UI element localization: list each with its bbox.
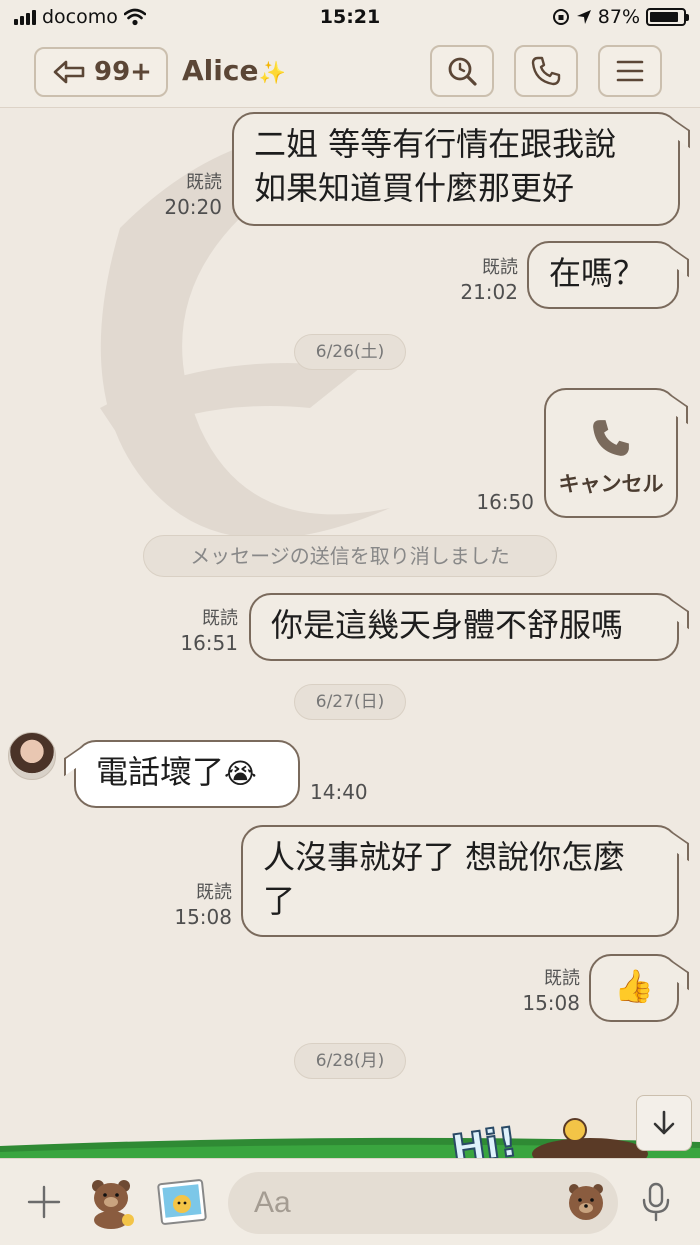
photo-button[interactable] bbox=[154, 1174, 210, 1230]
message-time: 20:20 bbox=[164, 195, 222, 219]
thumbs-up-emoji: 👍 bbox=[614, 967, 654, 1005]
back-button[interactable]: 99+ bbox=[34, 47, 168, 97]
brown-bear-sticker-icon bbox=[92, 1180, 134, 1229]
sparkle-emoji: ✨ bbox=[258, 61, 286, 86]
photo-icon bbox=[157, 1179, 207, 1225]
phone-icon bbox=[531, 56, 561, 86]
battery-percent: 87% bbox=[597, 6, 640, 28]
avatar[interactable] bbox=[8, 732, 56, 780]
orientation-lock-icon bbox=[552, 9, 569, 25]
message-meta: 既読 21:02 bbox=[446, 255, 518, 305]
chat-title[interactable]: Alice✨ bbox=[182, 54, 286, 87]
message-text: 電話壞了 bbox=[96, 753, 225, 791]
plus-icon bbox=[27, 1185, 61, 1219]
add-button[interactable] bbox=[16, 1174, 72, 1230]
cancelled-call-message[interactable]: キャンセル bbox=[544, 388, 678, 518]
search-icon bbox=[448, 57, 477, 86]
date-separator: 6/28(月) bbox=[294, 1043, 406, 1079]
message-meta: 既読 20:20 bbox=[150, 170, 222, 220]
read-receipt: 既読 bbox=[544, 968, 580, 989]
message-time: 21:02 bbox=[460, 280, 518, 304]
scroll-to-bottom-button[interactable] bbox=[636, 1095, 692, 1151]
menu-button[interactable] bbox=[598, 45, 662, 97]
location-icon bbox=[576, 10, 591, 24]
message-text: 你是這幾天身體不舒服嗎 bbox=[271, 606, 624, 644]
message-meta: 既読 15:08 bbox=[508, 966, 580, 1016]
read-receipt: 既読 bbox=[186, 172, 222, 193]
message-time: 15:08 bbox=[174, 905, 232, 929]
message-time: 16:51 bbox=[180, 631, 238, 655]
message-time: 16:50 bbox=[476, 490, 534, 514]
emoji-button[interactable] bbox=[558, 1174, 614, 1230]
message-text: 如果知道買什麼那更好 bbox=[254, 169, 575, 207]
back-arrow-icon bbox=[53, 60, 85, 84]
hi-text: Hi! bbox=[449, 1119, 520, 1158]
read-receipt: 既読 bbox=[482, 257, 518, 278]
phone-icon bbox=[593, 420, 629, 456]
search-button[interactable] bbox=[430, 45, 494, 97]
unread-count: 99+ bbox=[94, 57, 152, 87]
contact-name: Alice bbox=[182, 54, 259, 87]
outgoing-message[interactable]: 你是這幾天身體不舒服嗎 bbox=[249, 593, 679, 661]
outgoing-message[interactable]: 二姐 等等有行情在跟我說 如果知道買什麼那更好 bbox=[232, 112, 680, 226]
message-input-bar bbox=[0, 1158, 700, 1245]
date-separator: 6/26(土) bbox=[294, 334, 406, 370]
read-receipt: 既読 bbox=[202, 608, 238, 629]
arrow-down-icon bbox=[653, 1110, 675, 1135]
menu-icon bbox=[616, 60, 644, 82]
chat-area[interactable]: 既読 20:20 二姐 等等有行情在跟我說 如果知道買什麼那更好 既読 21:0… bbox=[0, 108, 700, 1158]
chat-header: 99+ Alice✨ bbox=[0, 36, 700, 108]
message-meta: 既読 15:08 bbox=[160, 880, 232, 930]
brown-bear-face-icon bbox=[569, 1184, 603, 1220]
system-message: メッセージの送信を取り消しました bbox=[143, 535, 557, 577]
sticker-button[interactable] bbox=[84, 1174, 140, 1230]
outgoing-message[interactable]: 人沒事就好了 想說你怎麼 了 bbox=[241, 825, 679, 937]
microphone-icon bbox=[642, 1182, 670, 1222]
status-bar: docomo 15:21 87% bbox=[0, 0, 700, 36]
crying-emoji: 😭 bbox=[224, 757, 257, 790]
outgoing-message[interactable]: 👍 bbox=[589, 954, 679, 1022]
date-separator: 6/27(日) bbox=[294, 684, 406, 720]
voice-input-button[interactable] bbox=[628, 1174, 684, 1230]
message-time: 14:40 bbox=[310, 780, 368, 804]
message-meta: 既読 16:51 bbox=[166, 606, 238, 656]
battery-icon bbox=[646, 8, 689, 26]
message-text: 在嗎？ bbox=[549, 254, 646, 292]
outgoing-message[interactable]: 在嗎？ bbox=[527, 241, 679, 309]
message-text: 人沒事就好了 想說你怎麼 bbox=[263, 838, 626, 876]
call-button[interactable] bbox=[514, 45, 578, 97]
read-receipt: 既読 bbox=[196, 882, 232, 903]
message-time: 15:08 bbox=[522, 991, 580, 1015]
hi-sticker-banner: Hi! bbox=[0, 1118, 700, 1158]
incoming-message[interactable]: 電話壞了😭 bbox=[74, 740, 300, 808]
message-text: 了 bbox=[263, 882, 296, 920]
message-text: 二姐 等等有行情在跟我說 bbox=[254, 125, 617, 163]
call-status-label: キャンセル bbox=[558, 472, 664, 496]
